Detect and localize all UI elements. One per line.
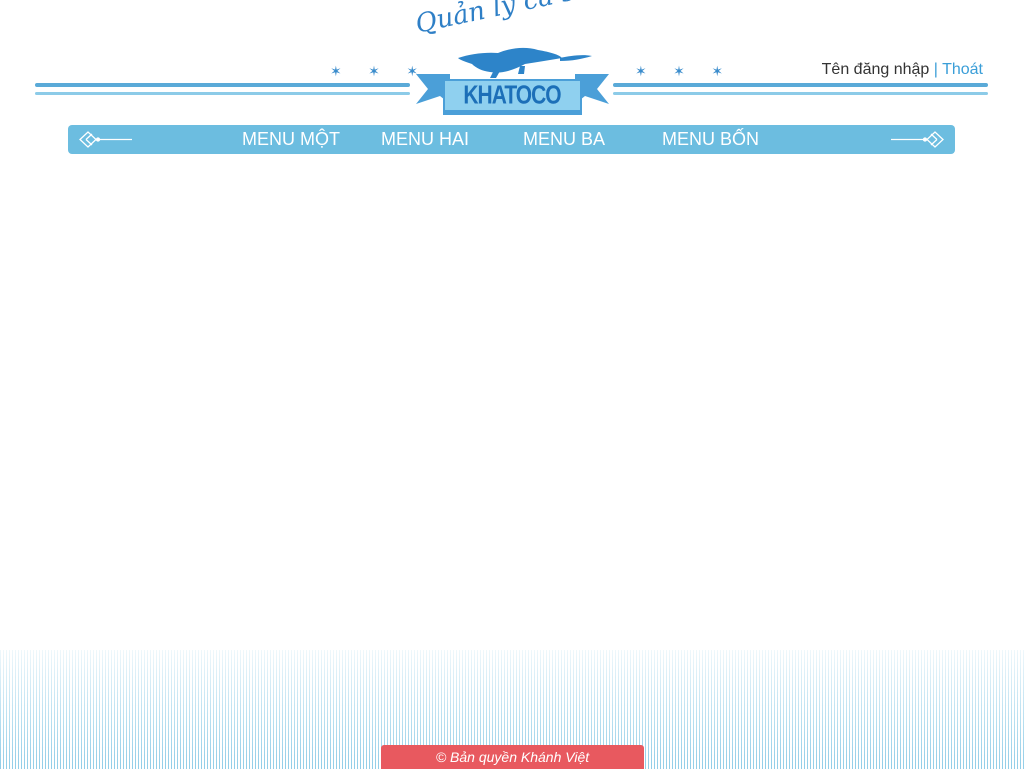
header-rule-left-top: [35, 83, 410, 87]
logout-link[interactable]: Thoát: [942, 61, 983, 78]
header-rule-left-bottom: [35, 92, 410, 95]
username-label[interactable]: Tên đăng nhập: [822, 61, 930, 78]
nav-menu-mot[interactable]: MENU MỘT: [242, 129, 340, 150]
ornament-right-icon: [891, 131, 944, 148]
crocodile-icon: [458, 47, 592, 78]
brand-name: KHATOCO: [463, 81, 561, 110]
nav-menu-hai[interactable]: MENU HAI: [381, 129, 469, 150]
header-rule-right-top: [613, 83, 988, 87]
auth-area: Tên đăng nhập | Thoát: [822, 61, 983, 79]
logo-title: Quản lý cá sấu: [412, 0, 610, 40]
main-content: [0, 160, 1025, 640]
site-logo[interactable]: Quản lý cá sấu KHATOCO: [410, 0, 615, 120]
nav-menu-bon[interactable]: MENU BỐN: [662, 129, 759, 150]
nav-menu-ba[interactable]: MENU BA: [523, 129, 605, 150]
ornament-left-icon: [79, 131, 132, 148]
header-rule-right-bottom: [613, 92, 988, 95]
copyright-badge: © Bản quyền Khánh Việt: [381, 745, 644, 769]
auth-separator: |: [933, 61, 938, 78]
stars-right-decoration: ✶ ✶ ✶: [635, 64, 735, 80]
main-navbar: MENU MỘT MENU HAI MENU BA MENU BỐN: [68, 125, 955, 154]
